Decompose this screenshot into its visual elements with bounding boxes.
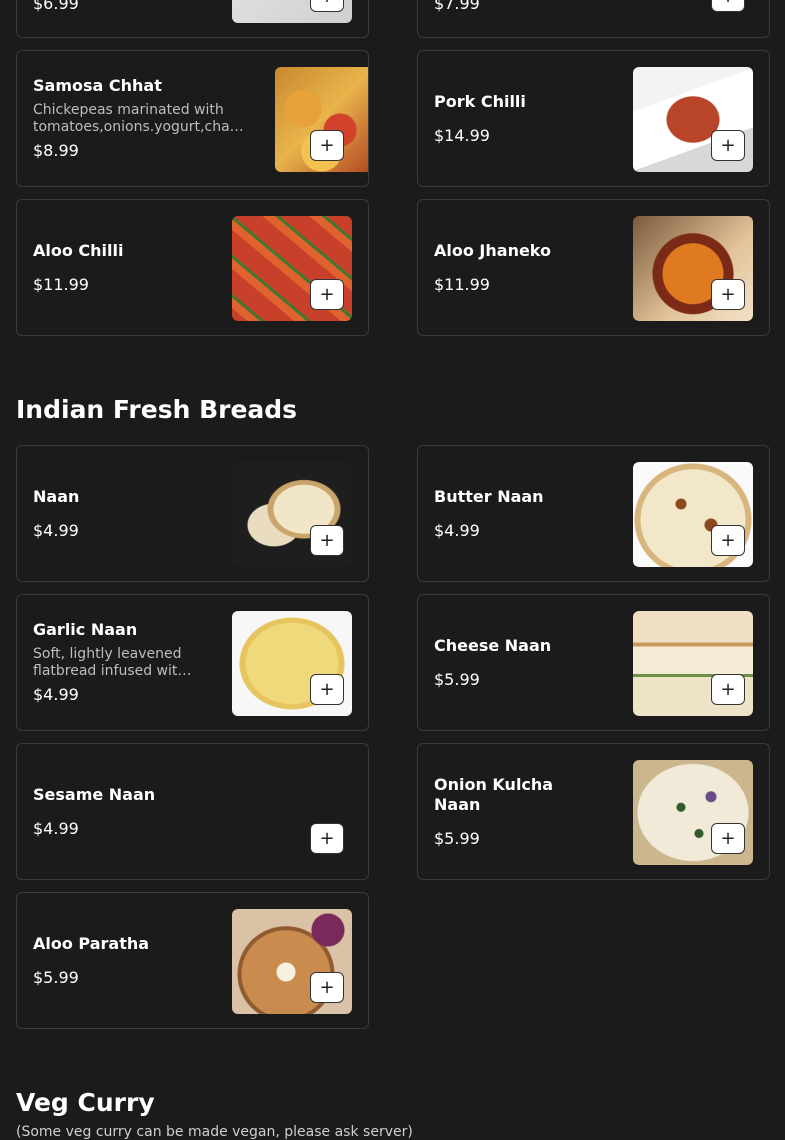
add-to-cart-button[interactable]: +	[310, 0, 344, 12]
item-price: $11.99	[33, 274, 89, 294]
item-price: $14.99	[434, 125, 490, 145]
section-title-breads: Indian Fresh Breads	[16, 395, 298, 424]
add-to-cart-button[interactable]: +	[711, 0, 745, 12]
item-price: $4.99	[33, 818, 79, 838]
add-to-cart-button[interactable]: +	[310, 972, 344, 1003]
add-to-cart-button[interactable]: +	[711, 674, 745, 705]
add-to-cart-button[interactable]: +	[711, 279, 745, 310]
add-to-cart-button[interactable]: +	[310, 279, 344, 310]
menu-item-aloo-jhaneko[interactable]: Aloo Jhaneko $11.99 +	[417, 199, 770, 336]
add-to-cart-button[interactable]: +	[310, 525, 344, 556]
menu-item-pork-chilli[interactable]: Pork Chilli $14.99 +	[417, 50, 770, 187]
section-subtitle-veg-curry: (Some veg curry can be made vegan, pleas…	[16, 1124, 413, 1140]
menu-item-aloo-paratha[interactable]: Aloo Paratha $5.99 +	[16, 892, 369, 1029]
menu-item-card[interactable]: $7.99 +	[417, 0, 770, 38]
item-price: $6.99	[33, 0, 79, 13]
add-to-cart-button[interactable]: +	[310, 674, 344, 705]
menu-item-naan[interactable]: Naan $4.99 +	[16, 445, 369, 582]
item-name: Aloo Chilli	[33, 240, 124, 260]
item-name: Sesame Naan	[33, 784, 156, 804]
item-name: Pork Chilli	[434, 91, 526, 111]
item-name: Butter Naan	[434, 486, 544, 506]
menu-item-onion-kulcha-naan[interactable]: Onion Kulcha Naan $5.99 +	[417, 743, 770, 880]
item-description: Chickepeas marinated with tomatoes,onion…	[33, 102, 236, 135]
item-price: $11.99	[434, 274, 490, 294]
menu-item-card[interactable]: $6.99 +	[16, 0, 369, 38]
item-price: $5.99	[434, 669, 480, 689]
add-to-cart-button[interactable]: +	[711, 525, 745, 556]
add-to-cart-button[interactable]: +	[711, 823, 745, 854]
item-description: Soft, lightly leavened flatbread infused…	[33, 646, 187, 679]
menu-item-butter-naan[interactable]: Butter Naan $4.99 +	[417, 445, 770, 582]
menu-item-cheese-naan[interactable]: Cheese Naan $5.99 +	[417, 594, 770, 731]
item-name: Onion Kulcha Naan	[434, 774, 554, 814]
menu-item-garlic-naan[interactable]: Garlic Naan Soft, lightly leavened flatb…	[16, 594, 369, 731]
item-price: $8.99	[33, 141, 79, 160]
item-name: Samosa Chhat	[33, 76, 162, 95]
menu-item-sesame-naan[interactable]: Sesame Naan $4.99 +	[16, 743, 369, 880]
item-price: $4.99	[33, 685, 79, 704]
item-price: $7.99	[434, 0, 480, 13]
item-name: Naan	[33, 486, 80, 506]
item-name: Cheese Naan	[434, 635, 552, 655]
item-price: $4.99	[33, 520, 79, 540]
item-price: $5.99	[434, 828, 480, 848]
add-to-cart-button[interactable]: +	[310, 823, 344, 854]
menu-item-samosa-chhat[interactable]: Samosa Chhat Chickepeas marinated with t…	[16, 50, 369, 187]
item-price: $4.99	[434, 520, 480, 540]
section-title-veg-curry: Veg Curry	[16, 1088, 155, 1117]
add-to-cart-button[interactable]: +	[310, 130, 344, 161]
menu-item-aloo-chilli[interactable]: Aloo Chilli $11.99 +	[16, 199, 369, 336]
item-name: Aloo Paratha	[33, 933, 150, 953]
item-name: Garlic Naan	[33, 620, 138, 639]
add-to-cart-button[interactable]: +	[711, 130, 745, 161]
item-price: $5.99	[33, 967, 79, 987]
item-name: Aloo Jhaneko	[434, 240, 552, 260]
